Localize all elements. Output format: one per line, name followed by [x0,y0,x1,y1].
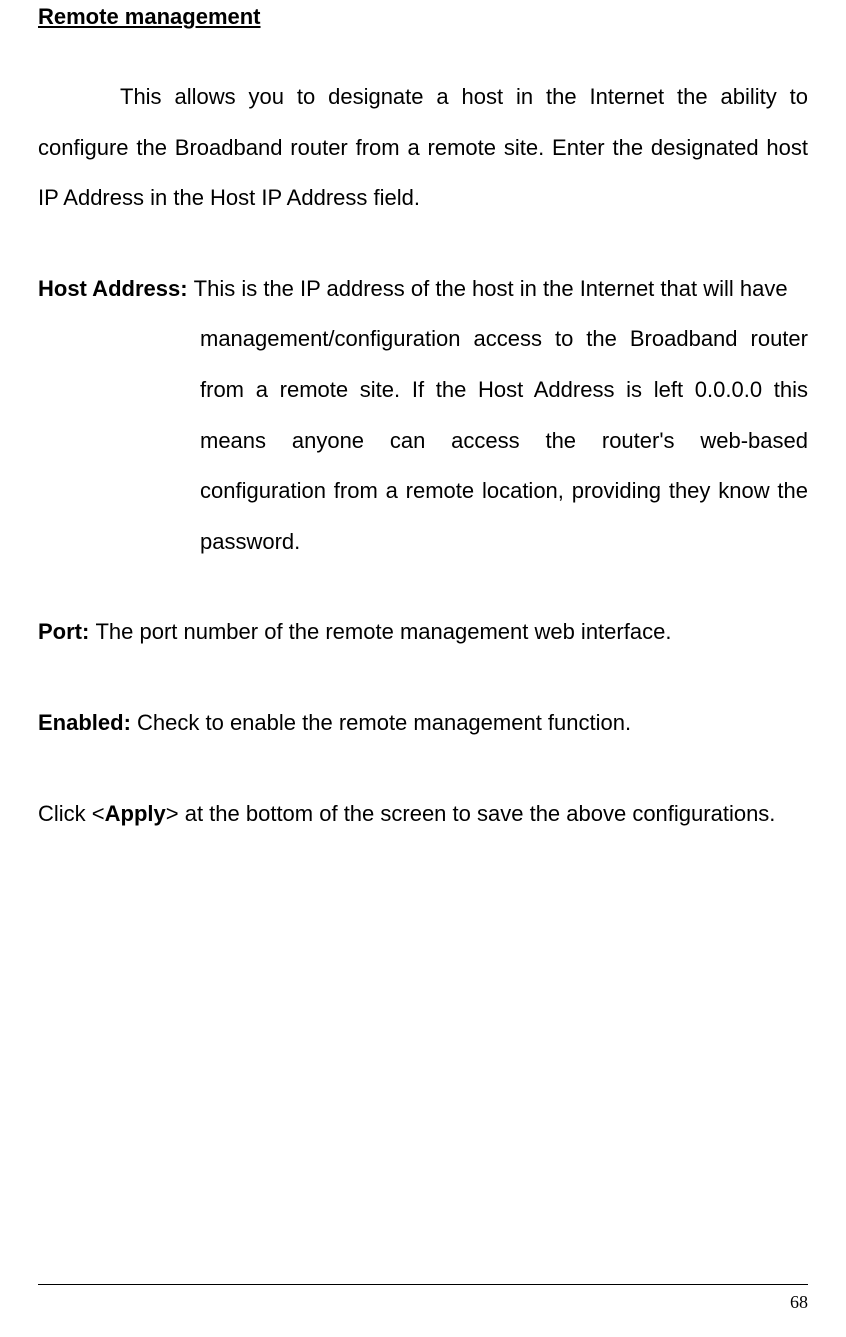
page-footer-rule [38,1284,808,1285]
enabled-definition: Enabled: Check to enable the remote mana… [38,698,808,749]
section-title: Remote management [38,4,808,30]
apply-suffix: > at the bottom of the screen to save th… [166,801,776,826]
host-address-continuation: management/configuration access to the B… [38,314,808,567]
port-text: The port number of the remote management… [95,619,671,644]
port-term: Port: [38,619,95,644]
port-definition: Port: The port number of the remote mana… [38,607,808,658]
apply-instruction: Click <Apply> at the bottom of the scree… [38,789,808,840]
intro-paragraph: This allows you to designate a host in t… [38,72,808,224]
apply-prefix: Click < [38,801,105,826]
apply-bold: Apply [105,801,166,826]
host-address-term: Host Address: [38,276,194,301]
host-address-definition: Host Address: This is the IP address of … [38,264,808,568]
page-number: 68 [790,1292,808,1313]
enabled-text: Check to enable the remote management fu… [137,710,631,735]
host-address-first-line: This is the IP address of the host in th… [194,276,788,301]
enabled-term: Enabled: [38,710,137,735]
